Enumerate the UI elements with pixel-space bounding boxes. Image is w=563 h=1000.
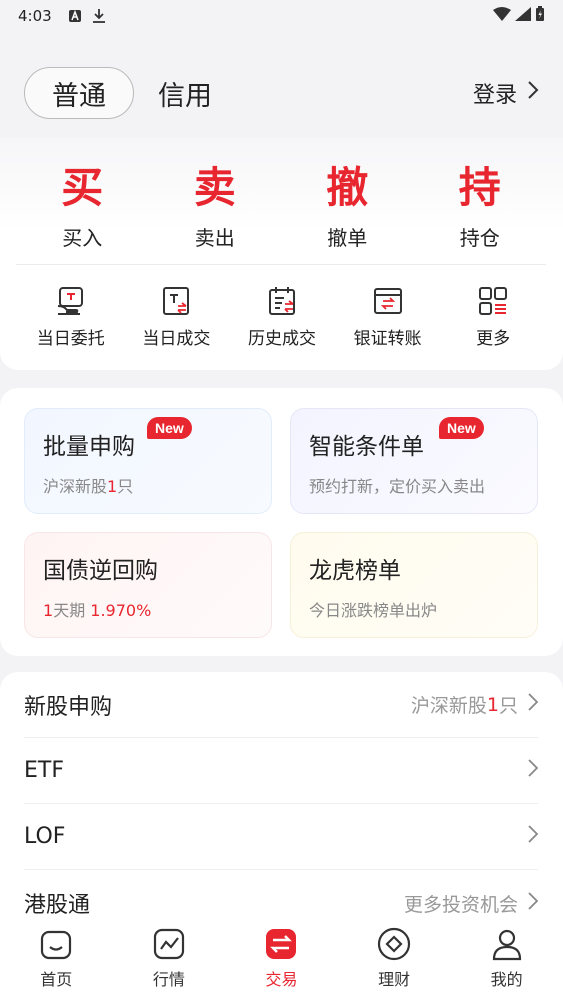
chevron-right-icon (528, 759, 539, 782)
tab-credit-label: 信用 (158, 80, 212, 112)
tab-normal-label: 普通 (52, 80, 106, 112)
history-trades-button[interactable]: 历史成交 (229, 284, 335, 354)
cancel-label: 撤单 (327, 226, 368, 250)
smart-condition-order-tile[interactable]: 智能条件单 预约打新，定价买入卖出 New (290, 408, 538, 514)
grid-icon (479, 287, 508, 315)
tab-market[interactable]: 行情 (113, 918, 226, 1000)
bank-transfer-label: 银证转账 (353, 329, 422, 349)
list-item-lof[interactable]: LOF (24, 804, 539, 870)
tab-mine[interactable]: 我的 (450, 918, 563, 1000)
row-title: LOF (24, 824, 66, 849)
login-button[interactable]: 登录 (473, 77, 539, 109)
row-title: ETF (24, 758, 64, 783)
today-trades-label: 当日成交 (142, 329, 211, 349)
row-detail (518, 759, 539, 782)
tab-normal-account[interactable]: 普通 (24, 67, 134, 119)
notification-a-icon (68, 9, 82, 23)
tab-trade[interactable]: 交易 (225, 918, 338, 1000)
tab-label: 交易 (265, 970, 298, 989)
sell-button[interactable]: 卖 卖出 (149, 162, 282, 262)
tab-home[interactable]: 首页 (0, 918, 113, 1000)
tab-wealth[interactable]: 理财 (338, 918, 451, 1000)
feature-card: 批量申购 沪深新股1只 New 智能条件单 预约打新，定价买入卖出 New 国债… (0, 388, 563, 656)
list-item-etf[interactable]: ETF (24, 738, 539, 804)
more-button[interactable]: 更多 (440, 284, 546, 354)
battery-icon (535, 6, 545, 26)
status-time: 4:03 (18, 7, 52, 25)
swap-icon (266, 929, 297, 959)
holdings-glyph: 持 (458, 163, 501, 212)
more-label: 更多 (476, 329, 511, 349)
tile-title: 智能条件单 (309, 434, 424, 460)
buy-label: 买入 (62, 226, 103, 250)
tab-label: 首页 (40, 970, 73, 989)
reverse-repo-tile[interactable]: 国债逆回购 1天期 1.970% (24, 532, 272, 638)
download-icon (92, 8, 106, 24)
list-card: 新股申购 沪深新股 1 只 ETF LOF 港股通 更多投资机会 (0, 672, 563, 932)
main-trade-actions: 买 买入 卖 卖出 撤 撤单 持 持仓 (16, 162, 546, 262)
calendar-list-icon (268, 287, 295, 315)
tile-subtitle: 今日涨跌榜单出炉 (309, 601, 438, 620)
signal-icon (515, 7, 531, 25)
row-detail: 更多投资机会 (404, 890, 539, 917)
tab-credit-account[interactable]: 信用 (158, 74, 212, 113)
row-title: 新股申购 (24, 694, 113, 720)
new-badge: New (147, 417, 192, 439)
status-bar: 4:03 (0, 0, 563, 32)
chevron-right-icon (528, 891, 539, 915)
row-detail (518, 825, 539, 848)
today-orders-button[interactable]: 当日委托 (18, 284, 124, 354)
wifi-icon (493, 7, 511, 25)
buy-button[interactable]: 买 买入 (16, 162, 149, 262)
tile-subtitle: 预约打新，定价买入卖出 (309, 477, 486, 496)
header: 普通 信用 登录 (0, 62, 563, 124)
sell-glyph: 卖 (193, 163, 236, 212)
chevron-right-icon (528, 693, 539, 716)
tile-subtitle: 沪深新股1只 (43, 477, 134, 496)
today-orders-label: 当日委托 (36, 329, 105, 349)
trade-doc-icon (163, 287, 190, 315)
home-icon (41, 930, 72, 960)
tablet-hand-icon (57, 287, 83, 315)
quick-actions: 当日委托 当日成交 历史成交 银证转账 更多 (18, 284, 546, 354)
trade-card: 买 买入 卖 卖出 撤 撤单 持 持仓 当日委托 当日成交 历史成交 银证转账 … (0, 138, 563, 370)
list-item-ipo[interactable]: 新股申购 沪深新股 1 只 (24, 672, 539, 738)
tile-title: 龙虎榜单 (309, 558, 401, 584)
history-trades-label: 历史成交 (247, 329, 316, 349)
batch-subscribe-tile[interactable]: 批量申购 沪深新股1只 New (24, 408, 272, 514)
tab-label: 我的 (490, 970, 523, 989)
cancel-order-button[interactable]: 撤 撤单 (281, 162, 414, 262)
row-detail: 沪深新股 1 只 (411, 691, 539, 718)
tab-label: 理财 (378, 970, 411, 989)
tile-subtitle: 1天期 1.970% (43, 601, 152, 620)
buy-glyph: 买 (61, 163, 104, 212)
user-icon (492, 929, 521, 961)
divider (16, 264, 546, 265)
dragon-tiger-list-tile[interactable]: 龙虎榜单 今日涨跌榜单出炉 (290, 532, 538, 638)
bank-transfer-button[interactable]: 银证转账 (335, 284, 441, 354)
tile-title: 国债逆回购 (43, 558, 158, 584)
holdings-label: 持仓 (459, 226, 500, 250)
transfer-card-icon (373, 288, 402, 314)
new-badge: New (439, 417, 484, 439)
row-title: 港股通 (24, 893, 91, 918)
chevron-right-icon (527, 80, 539, 106)
bottom-tab-bar: 首页 行情 交易 理财 我的 (0, 918, 563, 1000)
chart-icon (153, 928, 184, 960)
diamond-icon (377, 927, 411, 961)
cancel-glyph: 撤 (326, 163, 369, 212)
login-label: 登录 (472, 83, 517, 108)
sell-label: 卖出 (194, 226, 235, 250)
holdings-button[interactable]: 持 持仓 (414, 162, 547, 262)
chevron-right-icon (528, 825, 539, 848)
today-trades-button[interactable]: 当日成交 (124, 284, 230, 354)
tab-label: 行情 (152, 970, 185, 989)
